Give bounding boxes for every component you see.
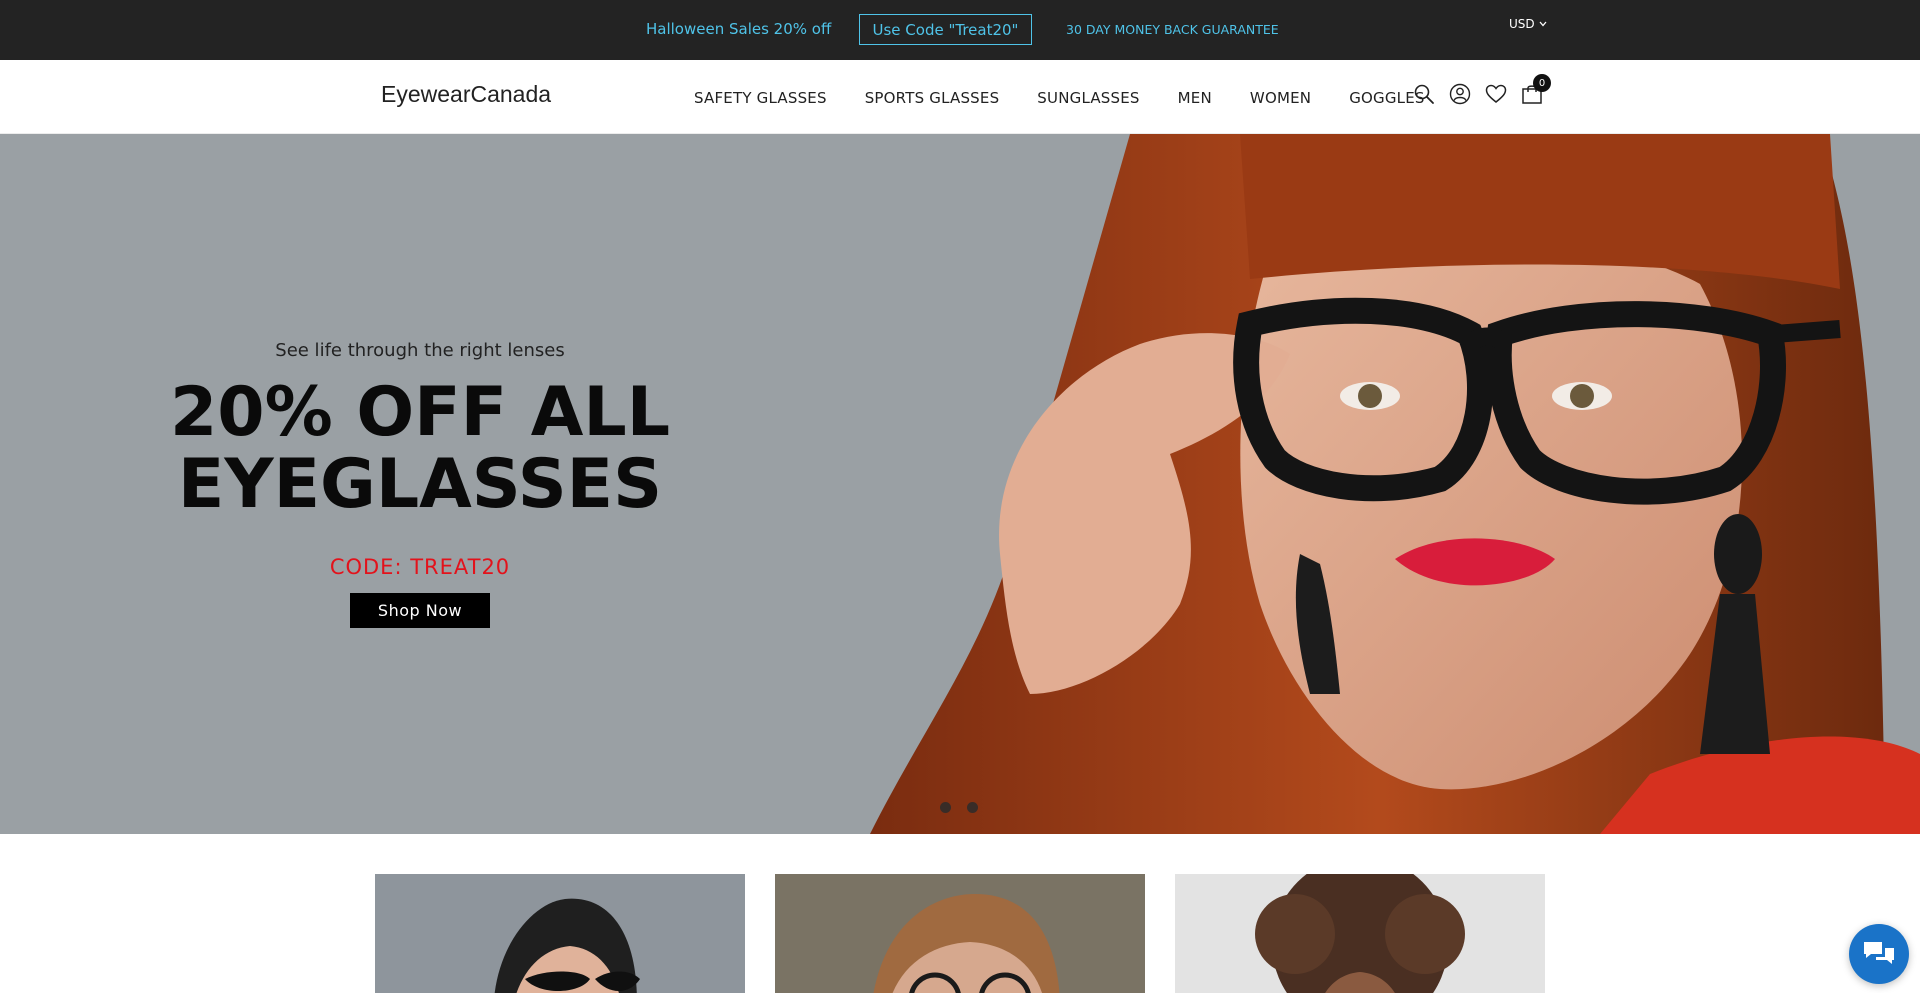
header-icons: 0	[1413, 74, 1551, 105]
nav-sports-glasses[interactable]: SPORTS GLASSES	[865, 89, 1000, 107]
hero-title: 20% OFF ALL EYEGLASSES	[150, 377, 690, 521]
nav-men[interactable]: MEN	[1178, 89, 1212, 107]
slider-dot-1[interactable]	[940, 802, 951, 813]
cart-count-badge: 0	[1533, 74, 1551, 92]
cart-bag-icon[interactable]: 0	[1521, 74, 1551, 105]
hero-copy: See life through the right lenses 20% OF…	[150, 340, 690, 628]
main-nav: SAFETY GLASSES SPORTS GLASSES SUNGLASSES…	[694, 89, 1425, 107]
nav-women[interactable]: WOMEN	[1250, 89, 1311, 107]
chevron-down-icon	[1539, 21, 1547, 27]
site-logo[interactable]: EyewearCanada	[381, 81, 551, 108]
site-header: EyewearCanada SAFETY GLASSES SPORTS GLAS…	[0, 60, 1920, 134]
card-image-woman	[375, 874, 745, 993]
search-icon[interactable]	[1413, 83, 1435, 105]
promo-code-box[interactable]: Use Code "Treat20"	[859, 14, 1032, 45]
promo-text: Halloween Sales 20% off	[646, 20, 832, 38]
hero-subtitle: See life through the right lenses	[275, 340, 565, 361]
currency-label: USD	[1509, 17, 1535, 31]
nav-sunglasses[interactable]: SUNGLASSES	[1037, 89, 1139, 107]
hero-title-line-1: 20% OFF ALL	[169, 373, 671, 452]
guarantee-text: 30 DAY MONEY BACK GUARANTEE	[1066, 22, 1279, 37]
hero-title-line-2: EYEGLASSES	[177, 445, 663, 524]
announcement-bar: Halloween Sales 20% off Use Code "Treat2…	[0, 0, 1920, 60]
shop-now-button[interactable]: Shop Now	[350, 593, 490, 628]
slider-dots	[940, 802, 978, 813]
wishlist-heart-icon[interactable]	[1485, 83, 1507, 105]
card-image-man	[775, 874, 1145, 993]
card-image-curly	[1175, 874, 1545, 993]
chat-widget-button[interactable]	[1849, 924, 1909, 984]
slider-dot-2[interactable]	[967, 802, 978, 813]
category-card-2[interactable]	[775, 874, 1145, 993]
category-card-3[interactable]	[1175, 874, 1545, 993]
chat-bubbles-icon	[1864, 942, 1894, 964]
hero-slider: See life through the right lenses 20% OF…	[0, 134, 1920, 834]
currency-selector[interactable]: USD	[1509, 17, 1547, 31]
category-card-1[interactable]	[375, 874, 745, 993]
hero-promo-code: CODE: TREAT20	[329, 555, 511, 579]
account-icon[interactable]	[1449, 83, 1471, 105]
nav-safety-glasses[interactable]: SAFETY GLASSES	[694, 89, 827, 107]
